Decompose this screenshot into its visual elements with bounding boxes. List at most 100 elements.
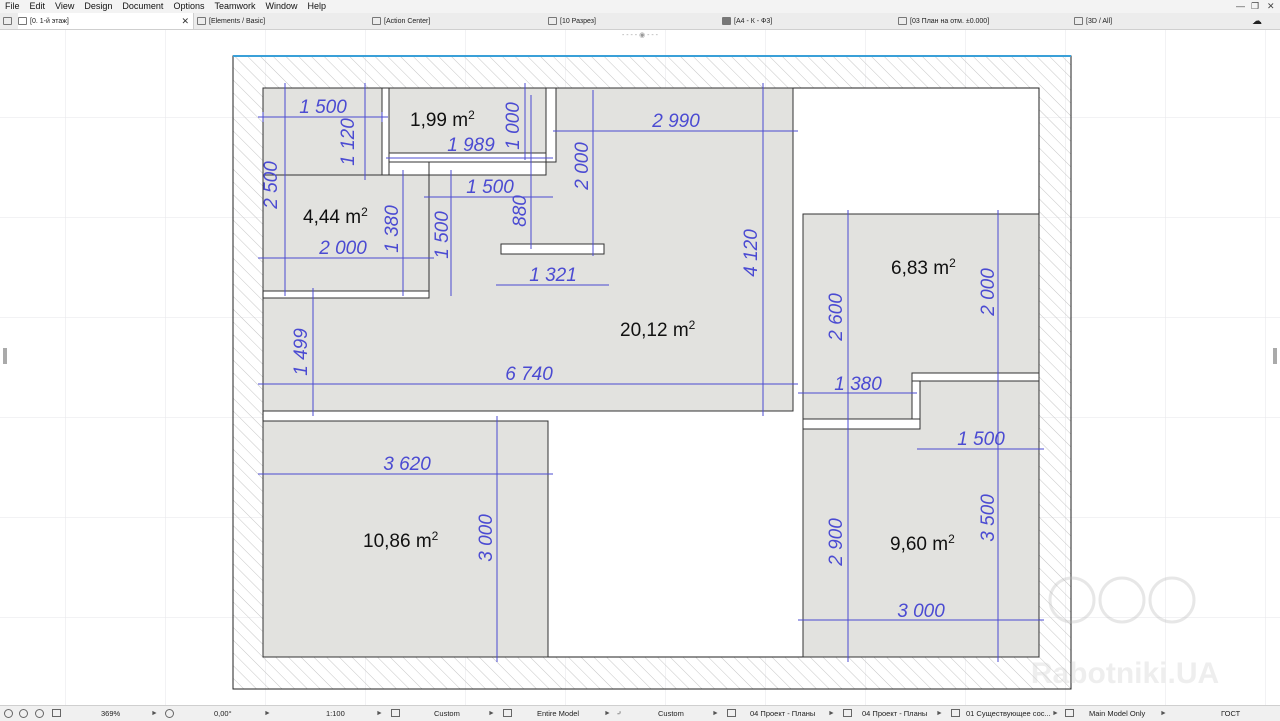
model-view-icon[interactable]	[503, 709, 512, 717]
menu-options[interactable]: Options	[168, 0, 209, 13]
menu-window[interactable]: Window	[260, 0, 302, 13]
angle-value[interactable]: 0,00°	[214, 706, 232, 721]
dim-text[interactable]: 2 500	[261, 161, 282, 210]
model-view-value[interactable]: Entire Model	[537, 706, 579, 721]
room-area-label[interactable]: 1,99 m2	[410, 108, 475, 131]
tab-3d[interactable]: [3D / All]	[1074, 13, 1112, 29]
menu-design[interactable]: Design	[79, 0, 117, 13]
right-handle-icon[interactable]	[1273, 348, 1277, 364]
chevron-right-icon[interactable]: ►	[151, 706, 158, 721]
dim-text[interactable]: 3 500	[978, 494, 999, 542]
dim-text[interactable]: 2 000	[572, 142, 593, 191]
dim-text[interactable]: 4 120	[741, 229, 762, 277]
room-area-label[interactable]: 20,12 m2	[620, 318, 696, 341]
dim-text[interactable]: 1 120	[338, 118, 359, 166]
floor-plan-drawing[interactable]: 1 500 1 120 1 000 2 990 1 989 2 500 1 50…	[0, 30, 1280, 705]
chevron-right-icon[interactable]: ►	[712, 706, 719, 721]
menu-teamwork[interactable]: Teamwork	[209, 0, 260, 13]
fit-window-icon[interactable]	[52, 709, 61, 717]
top-handle-icon[interactable]: - - - - ◉ - - -	[622, 32, 659, 39]
close-tab-icon[interactable]: ✕	[181, 16, 189, 27]
scale-value[interactable]: 1:100	[326, 706, 345, 721]
tab-floor-plan[interactable]: [0. 1-й этаж] ✕	[18, 13, 194, 29]
partition-wall[interactable]	[381, 87, 390, 176]
partition-wall[interactable]	[911, 372, 1040, 382]
chevron-right-icon[interactable]: ►	[936, 706, 943, 721]
tab-plan-view[interactable]: [03 План на отм. ±0.000]	[898, 13, 989, 29]
zoom-value[interactable]: 369%	[101, 706, 120, 721]
layout-icon	[197, 17, 206, 25]
filter-value[interactable]: Custom	[658, 706, 684, 721]
room-area-label[interactable]: 10,86 m2	[363, 529, 439, 552]
minimize-icon[interactable]: —	[1236, 0, 1245, 13]
zoom-out-icon[interactable]	[35, 709, 44, 718]
layer-set-icon[interactable]	[843, 709, 852, 717]
tab-list-icon[interactable]	[3, 13, 17, 29]
chevron-right-icon[interactable]: ►	[828, 706, 835, 721]
layer-set-value[interactable]: 04 Проект - Планы	[862, 706, 927, 721]
restore-icon[interactable]: ❐	[1251, 0, 1259, 13]
menu-file[interactable]: File	[0, 0, 25, 13]
menu-edit[interactable]: Edit	[25, 0, 51, 13]
zoom-in-icon[interactable]	[19, 709, 28, 718]
menu-help[interactable]: Help	[303, 0, 332, 13]
cloud-icon[interactable]: ☁	[1252, 13, 1262, 29]
pen-set-value[interactable]: Custom	[434, 706, 460, 721]
chevron-right-icon[interactable]: ►	[488, 706, 495, 721]
chevron-right-icon[interactable]: ►	[1052, 706, 1059, 721]
view-set-value[interactable]: 04 Проект - Планы	[750, 706, 815, 721]
room-area-label[interactable]: 9,60 m2	[890, 532, 955, 555]
dim-text[interactable]: 2 000	[318, 238, 367, 259]
pen-set-icon[interactable]	[391, 709, 400, 717]
renovation-value[interactable]: 01 Существующее сос...	[966, 706, 1051, 721]
tab-section[interactable]: [10 Разрез]	[548, 13, 596, 29]
left-handle-icon[interactable]	[3, 348, 7, 364]
dim-text[interactable]: 2 000	[978, 268, 999, 317]
dim-text[interactable]: 2 990	[651, 111, 700, 132]
dim-text[interactable]: 3 000	[897, 601, 945, 622]
dim-text[interactable]: 1 500	[299, 97, 347, 118]
chevron-right-icon[interactable]: ►	[604, 706, 611, 721]
drawing-canvas[interactable]: 1 500 1 120 1 000 2 990 1 989 2 500 1 50…	[0, 30, 1280, 705]
room-area-label[interactable]: 4,44 m2	[303, 205, 368, 228]
menu-document[interactable]: Document	[117, 0, 168, 13]
partition-wall[interactable]	[428, 161, 547, 176]
chevron-right-icon[interactable]: ►	[264, 706, 271, 721]
tab-action-center[interactable]: [Action Center]	[372, 13, 430, 29]
view-set-icon[interactable]	[727, 709, 736, 717]
tab-elements-basic[interactable]: [Elements / Basic]	[197, 13, 265, 29]
dim-text[interactable]: 1 321	[529, 265, 577, 286]
standard-value[interactable]: ГОСТ	[1221, 706, 1240, 721]
tab-layout-a4[interactable]: [A4 - К - Ф3]	[722, 13, 772, 29]
dim-text[interactable]: 3 620	[383, 454, 431, 475]
chevron-right-icon[interactable]: ►	[1160, 706, 1167, 721]
floor-plan-icon	[18, 17, 27, 25]
filter-icon[interactable]: ⌏	[617, 706, 623, 721]
partition-wall[interactable]	[802, 418, 921, 430]
dim-text[interactable]: 3 000	[476, 514, 497, 562]
dim-text[interactable]: 1 500	[466, 177, 514, 198]
dim-text[interactable]: 6 740	[505, 364, 553, 385]
dim-text[interactable]: 1 989	[447, 135, 495, 156]
dim-text[interactable]: 1 500	[432, 211, 453, 259]
dim-text[interactable]: 1 380	[834, 374, 882, 395]
rotate-icon[interactable]	[165, 709, 174, 718]
partition-wall[interactable]	[545, 87, 557, 163]
partition-wall[interactable]	[911, 380, 921, 420]
dim-text[interactable]: 1 499	[291, 328, 312, 376]
chevron-right-icon[interactable]: ►	[376, 706, 383, 721]
orbit-icon[interactable]	[4, 709, 13, 718]
dim-text[interactable]: 1 000	[503, 102, 524, 150]
dim-text[interactable]: 1 380	[382, 205, 403, 253]
dim-text[interactable]: 2 900	[826, 518, 847, 567]
dim-text[interactable]: 2 600	[826, 293, 847, 342]
dim-text[interactable]: 880	[510, 195, 531, 227]
close-window-icon[interactable]: ✕	[1267, 0, 1275, 13]
renovation-icon[interactable]	[951, 709, 960, 717]
menu-view[interactable]: View	[50, 0, 79, 13]
dim-text[interactable]: 1 500	[957, 429, 1005, 450]
room-area-label[interactable]: 6,83 m2	[891, 256, 956, 279]
partition-wall[interactable]	[500, 243, 605, 255]
structure-value[interactable]: Main Model Only	[1089, 706, 1145, 721]
structure-icon[interactable]	[1065, 709, 1074, 717]
